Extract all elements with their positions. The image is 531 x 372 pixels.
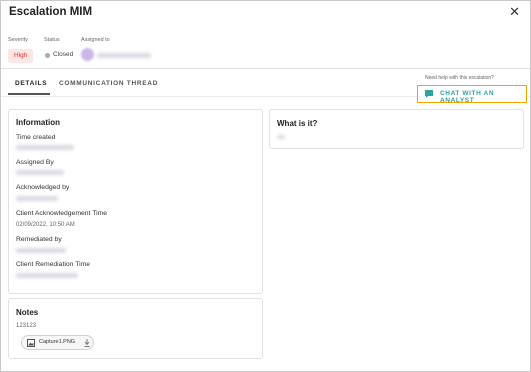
attachment-chip[interactable]: Capture1.PNG	[21, 335, 94, 350]
assigned-by-label: Assigned By	[16, 159, 54, 166]
chat-bubble-icon	[425, 90, 433, 98]
close-icon[interactable]: ✕	[509, 4, 520, 20]
client-ack-time-value: 02/09/2022, 10:50 AM	[16, 222, 75, 228]
active-tab-indicator	[8, 93, 50, 95]
remediated-by-label: Remediated by	[16, 236, 62, 243]
what-is-it-card: What is it?	[269, 109, 524, 149]
escalation-meta: Severity High Status Closed Assigned to	[1, 29, 530, 69]
notes-text: 123123	[16, 323, 37, 329]
avatar	[81, 48, 94, 61]
image-file-icon	[27, 339, 35, 347]
chat-with-analyst-button[interactable]: CHAT WITH AN ANALYST	[417, 85, 527, 104]
attachment-filename: Capture1.PNG	[39, 339, 76, 345]
status-dot-icon	[45, 53, 50, 58]
information-title: Information	[16, 118, 60, 127]
tab-details[interactable]: DETAILS	[15, 80, 47, 87]
time-created-value-redacted	[16, 145, 74, 150]
escalation-dialog: Escalation MIM ✕ Severity High Status Cl…	[0, 0, 531, 372]
acknowledged-by-value-redacted	[16, 196, 58, 201]
severity-badge: High	[8, 49, 34, 63]
what-is-it-title: What is it?	[277, 119, 318, 128]
assigned-label: Assigned to	[81, 37, 110, 43]
time-created-label: Time created	[16, 134, 56, 141]
notes-card: Notes 123123 Capture1.PNG	[8, 298, 263, 359]
information-card: Information Time created Assigned By Ack…	[8, 109, 263, 294]
chat-button-label: CHAT WITH AN ANALYST	[440, 90, 495, 104]
remediated-by-value-redacted	[16, 248, 66, 253]
download-icon[interactable]	[83, 338, 91, 348]
status-label: Status	[44, 37, 60, 43]
acknowledged-by-label: Acknowledged by	[16, 184, 70, 191]
notes-title: Notes	[16, 308, 39, 317]
severity-label: Severity	[8, 37, 28, 43]
client-remediation-time-value-redacted	[16, 273, 78, 278]
client-remediation-time-label: Client Remediation Time	[16, 261, 91, 268]
assignee-name-redacted	[97, 53, 151, 58]
what-is-it-value-redacted	[277, 135, 285, 139]
tab-communication-thread[interactable]: COMMUNICATION THREAD	[59, 80, 158, 87]
dialog-header: Escalation MIM ✕	[1, 1, 530, 25]
assigned-by-value-redacted	[16, 170, 64, 175]
status-value: Closed	[53, 51, 74, 58]
client-ack-time-label: Client Acknowledgement Time	[16, 210, 108, 217]
help-prompt: Need help with this escalation?	[425, 75, 494, 81]
dialog-title: Escalation MIM	[9, 6, 93, 18]
